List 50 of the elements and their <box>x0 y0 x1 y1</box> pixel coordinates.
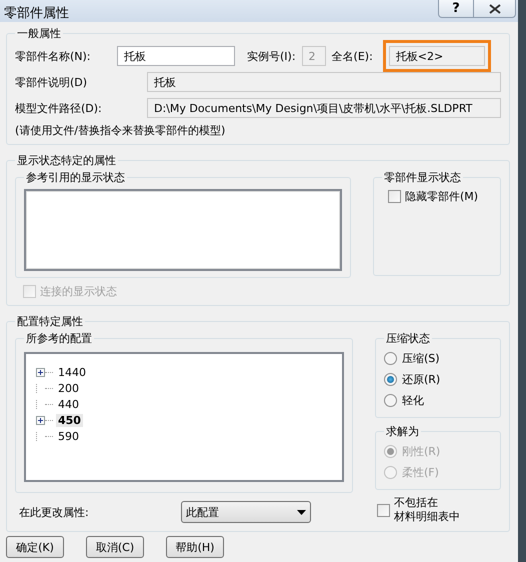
radio-button[interactable] <box>384 373 397 386</box>
radio-button[interactable] <box>384 352 397 365</box>
input-field[interactable]: 托板 <box>117 46 235 66</box>
checkbox[interactable] <box>388 190 401 203</box>
field-label: 模型文件路径(D): <box>15 100 103 116</box>
radio-label: 还原(R) <box>402 372 440 387</box>
input-field[interactable]: 托板<2> <box>388 46 485 66</box>
group-title: 参考引用的显示状态 <box>25 170 126 185</box>
group-title: 显示状态特定的属性 <box>16 153 117 168</box>
tree-item[interactable]: 450 <box>56 414 83 426</box>
radio-label: 柔性(F) <box>402 465 439 480</box>
field-label: 全名(E): <box>332 48 373 64</box>
close-icon <box>488 4 500 14</box>
group-title: 配置特定属性 <box>16 314 84 329</box>
field-label: 零部件说明(D) <box>15 74 88 90</box>
input-field[interactable]: D:\My Documents\My Design\项目\皮带机\水平\托板.SLDPRT <box>147 98 501 118</box>
tree-item[interactable]: 200 <box>56 382 81 394</box>
group-title: 求解为 <box>385 424 420 439</box>
radio-label: 压缩(S) <box>402 351 440 366</box>
tree-item[interactable]: 590 <box>56 430 81 442</box>
dropdown[interactable]: 此配置 <box>181 501 311 523</box>
dialog-button[interactable]: 帮助(H) <box>166 536 224 558</box>
input-field[interactable]: 托板 <box>147 72 501 92</box>
radio-label: 刚性(R) <box>402 444 440 459</box>
checkbox-label: 连接的显示状态 <box>40 284 117 299</box>
checkbox-label: 隐藏零部件(M) <box>405 189 478 204</box>
field-label: 在此更改属性: <box>19 504 90 520</box>
tree-item[interactable]: 440 <box>56 398 81 410</box>
tree-item[interactable]: 1440 <box>56 366 88 378</box>
list-box[interactable] <box>24 189 342 271</box>
caret-icon <box>297 510 306 514</box>
radio-button[interactable] <box>384 394 397 407</box>
hint-text: (请使用文件/替换指令来替换零部件的模型) <box>15 123 226 138</box>
group-title: 压缩状态 <box>385 331 431 346</box>
field-label: 零部件名称(N): <box>15 48 92 64</box>
dialog-button[interactable]: 确定(K) <box>6 536 64 558</box>
checkbox-label: 材料明细表中 <box>394 510 460 524</box>
radio-label: 轻化 <box>402 393 424 408</box>
window-title: 零部件属性 <box>4 5 70 22</box>
checkbox[interactable] <box>377 504 390 516</box>
checkbox-label: 不包括在 <box>394 496 439 510</box>
field-label: 实例号(I): <box>247 48 296 64</box>
close-button[interactable] <box>474 0 516 18</box>
group-title: 一般属性 <box>16 26 62 41</box>
dialog-button[interactable]: 取消(C) <box>86 536 144 558</box>
help-button[interactable]: ? <box>438 0 474 18</box>
expand-icon[interactable] <box>36 368 45 376</box>
group-title: 所参考的配置 <box>25 331 93 346</box>
group-title: 零部件显示状态 <box>383 170 462 185</box>
expand-icon[interactable] <box>36 416 45 424</box>
